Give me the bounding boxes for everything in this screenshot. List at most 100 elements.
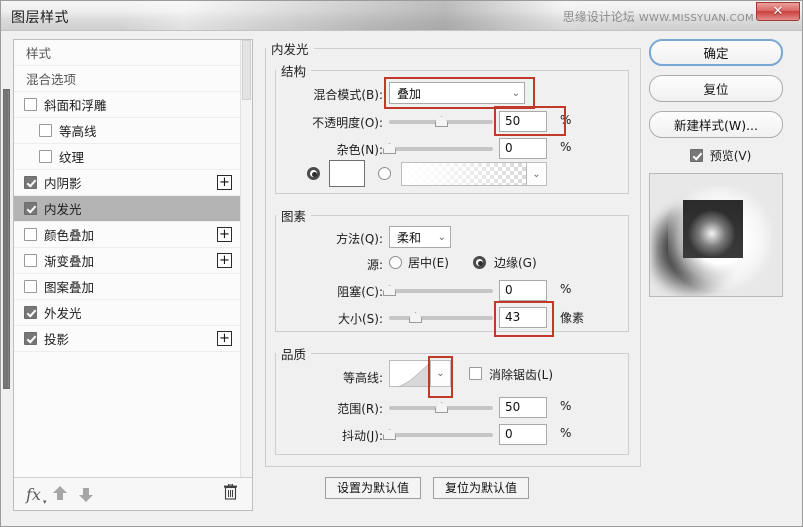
- reset-button[interactable]: 复位: [649, 75, 783, 102]
- effect-checkbox[interactable]: [39, 150, 52, 163]
- jitter-slider[interactable]: [383, 425, 493, 445]
- technique-chevron-down-icon: ⌄: [437, 231, 446, 243]
- effect-checkbox[interactable]: [24, 176, 37, 189]
- sidebar-item-8[interactable]: 渐变叠加 +: [14, 248, 240, 274]
- opacity-slider-thumb[interactable]: [435, 116, 448, 127]
- opacity-input[interactable]: 50: [499, 111, 547, 132]
- gradient-chevron-down-icon[interactable]: ⌄: [527, 162, 547, 186]
- styles-list-scrollbar[interactable]: [240, 40, 252, 477]
- sidebar-item-10[interactable]: 外发光: [14, 300, 240, 326]
- contour-picker[interactable]: ⌄: [389, 360, 451, 387]
- quality-title: 品质: [281, 347, 307, 362]
- scrollbar-thumb[interactable]: [242, 40, 251, 100]
- effect-checkbox[interactable]: [24, 280, 37, 293]
- right-panel: 确定 复位 新建样式(W)... 预览(V): [649, 39, 792, 511]
- default-buttons: 设置为默认值 复位为默认值: [325, 477, 530, 499]
- source-edge-radio[interactable]: [473, 256, 486, 269]
- noise-slider-track: [389, 147, 493, 151]
- contour-chevron-down-icon[interactable]: ⌄: [431, 360, 451, 387]
- sidebar-item-0[interactable]: 样式: [14, 40, 240, 66]
- jitter-input[interactable]: 0: [499, 424, 547, 445]
- anti-alias-checkbox[interactable]: [469, 367, 482, 380]
- move-up-icon[interactable]: [52, 486, 67, 502]
- choke-input[interactable]: 0: [499, 280, 547, 301]
- range-label: 范围(R):: [337, 401, 383, 416]
- fx-caret-icon: ▾: [43, 497, 47, 506]
- sidebar-item-3[interactable]: 等高线: [14, 118, 240, 144]
- range-unit: %: [560, 399, 572, 413]
- contour-label: 等高线:: [342, 370, 383, 385]
- watermark-url: WWW.MISSYUAN.COM: [638, 13, 754, 24]
- effect-checkbox[interactable]: [39, 124, 52, 137]
- sidebar-item-2[interactable]: 斜面和浮雕: [14, 92, 240, 118]
- choke-slider[interactable]: [383, 281, 493, 301]
- range-slider-thumb[interactable]: [435, 402, 448, 413]
- jitter-label: 抖动(J):: [342, 428, 383, 443]
- move-down-icon[interactable]: [78, 486, 93, 502]
- watermark-text: 思缘设计论坛: [562, 10, 635, 24]
- noise-label: 杂色(N):: [336, 142, 383, 157]
- technique-select[interactable]: 柔和 ⌄: [389, 226, 451, 248]
- contour-preview[interactable]: [389, 360, 431, 387]
- size-slider-thumb[interactable]: [409, 312, 422, 323]
- styles-toolbar: fx ▾: [14, 477, 252, 510]
- sidebar-item-5[interactable]: 内阴影 +: [14, 170, 240, 196]
- range-input[interactable]: 50: [499, 397, 547, 418]
- gradient-preview[interactable]: [401, 162, 527, 186]
- add-effect-plus-icon[interactable]: +: [217, 331, 232, 346]
- noise-slider[interactable]: [383, 139, 493, 159]
- source-center-radio[interactable]: [389, 256, 402, 269]
- technique-value: 柔和: [397, 230, 422, 245]
- effect-checkbox[interactable]: [24, 228, 37, 241]
- blend-mode-select[interactable]: 叠加 ⌄: [389, 82, 525, 104]
- sidebar-item-9[interactable]: 图案叠加: [14, 274, 240, 300]
- sidebar-item-label: 等高线: [59, 124, 97, 139]
- preview-thumbnail: [649, 173, 783, 297]
- sidebar-item-4[interactable]: 纹理: [14, 144, 240, 170]
- size-slider[interactable]: [389, 308, 493, 328]
- size-input[interactable]: 43: [499, 307, 547, 328]
- effect-checkbox[interactable]: [24, 98, 37, 111]
- add-effect-plus-icon[interactable]: +: [217, 175, 232, 190]
- close-icon: ✕: [772, 4, 784, 19]
- sidebar-item-1[interactable]: 混合选项: [14, 66, 240, 92]
- glow-source-color-radio[interactable]: [307, 167, 320, 180]
- fx-icon[interactable]: fx ▾: [26, 485, 47, 506]
- glow-color-swatch[interactable]: [329, 160, 365, 187]
- structure-title: 结构: [281, 64, 307, 79]
- glow-source-gradient-radio[interactable]: [378, 167, 391, 180]
- sidebar-item-11[interactable]: 投影 +: [14, 326, 240, 352]
- trash-icon-svg: [224, 483, 237, 500]
- reset-default-button[interactable]: 复位为默认值: [433, 477, 530, 499]
- ok-button[interactable]: 确定: [649, 39, 783, 66]
- add-effect-plus-icon[interactable]: +: [217, 253, 232, 268]
- effect-checkbox[interactable]: [24, 254, 37, 267]
- add-effect-plus-icon[interactable]: +: [217, 227, 232, 242]
- sidebar-item-label: 渐变叠加: [44, 254, 95, 269]
- source-label: 源:: [366, 257, 383, 272]
- preview-label: 预览(V): [709, 149, 752, 163]
- styles-panel: 样式混合选项斜面和浮雕等高线纹理内阴影 + 内发光颜色叠加 + 渐变叠加 + 图案叠加 外发光…: [13, 39, 253, 511]
- preview-toggle-row: 预览(V): [649, 147, 792, 164]
- sidebar-item-6[interactable]: 内发光: [14, 196, 240, 222]
- effect-checkbox[interactable]: [24, 202, 37, 215]
- noise-input[interactable]: 0: [499, 138, 547, 159]
- technique-label: 方法(Q):: [336, 231, 383, 246]
- opacity-slider[interactable]: [389, 112, 493, 132]
- effect-checkbox[interactable]: [24, 332, 37, 345]
- preview-checkbox[interactable]: [689, 149, 703, 162]
- blend-mode-value: 叠加: [397, 86, 422, 101]
- sidebar-item-label: 纹理: [59, 150, 85, 165]
- glow-gradient-picker[interactable]: ⌄: [401, 162, 547, 186]
- sidebar-item-label: 颜色叠加: [44, 228, 95, 243]
- range-slider[interactable]: [389, 398, 493, 418]
- sidebar-item-7[interactable]: 颜色叠加 +: [14, 222, 240, 248]
- new-style-button[interactable]: 新建样式(W)...: [649, 111, 783, 138]
- delete-effect-icon[interactable]: [223, 483, 238, 504]
- contour-curve-icon: [398, 362, 430, 386]
- close-button[interactable]: ✕: [756, 2, 800, 21]
- styles-list[interactable]: 样式混合选项斜面和浮雕等高线纹理内阴影 + 内发光颜色叠加 + 渐变叠加 + 图案叠加 外发光…: [14, 40, 240, 477]
- make-default-button[interactable]: 设置为默认值: [325, 477, 422, 499]
- sidebar-item-label: 混合选项: [26, 72, 77, 87]
- effect-checkbox[interactable]: [24, 306, 37, 319]
